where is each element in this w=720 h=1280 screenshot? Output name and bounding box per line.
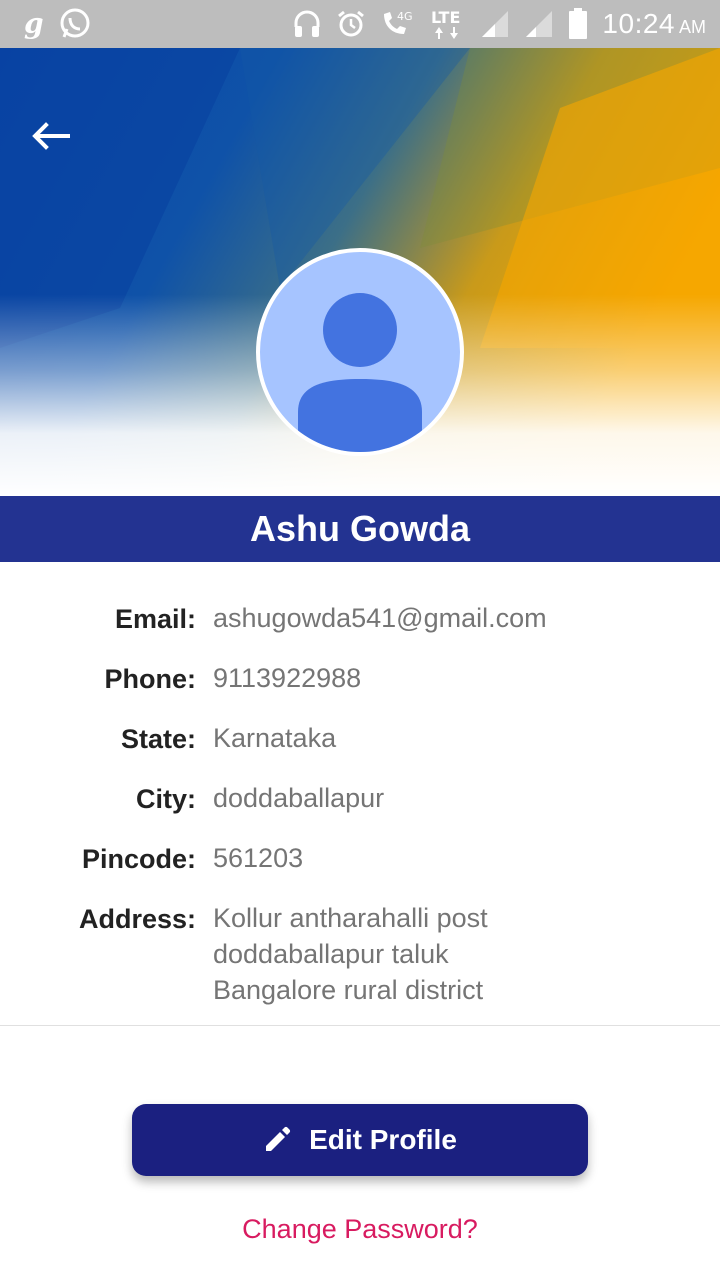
pencil-icon <box>266 1126 291 1151</box>
person-icon <box>298 293 422 452</box>
profile-details: Email: ashugowda541@gmail.com Phone: 911… <box>0 600 720 1030</box>
call-4g-icon: 4G <box>380 8 416 40</box>
svg-text:4G: 4G <box>397 10 413 23</box>
status-bar-left: g <box>22 7 92 41</box>
status-bar: g 4G LTE 10:24 AM <box>0 0 720 48</box>
status-bar-right: 4G LTE 10:24 AM <box>292 7 706 41</box>
lte-icon: LTE <box>430 7 466 41</box>
alarm-icon <box>336 9 366 39</box>
profile-name: Ashu Gowda <box>249 508 470 549</box>
address-line: Kollur antharahalli post <box>213 903 488 933</box>
city-row: City: doddaballapur <box>0 780 720 818</box>
phone-row: Phone: 9113922988 <box>0 660 720 698</box>
state-value: Karnataka <box>213 723 337 753</box>
signal-icon <box>480 9 510 39</box>
divider <box>0 1025 720 1026</box>
avatar[interactable] <box>256 248 464 456</box>
phone-value: 9113922988 <box>213 663 362 693</box>
address-value: Kollur antharahalli post doddaballapur t… <box>212 900 720 1008</box>
edit-profile-label: Edit Profile <box>309 1124 457 1155</box>
clock-time: 10:24 <box>602 8 675 39</box>
back-button[interactable] <box>26 112 74 160</box>
headphones-icon <box>292 9 322 39</box>
edit-profile-button[interactable]: Edit Profile <box>132 1104 588 1176</box>
arrow-left-icon <box>32 122 70 150</box>
email-value: ashugowda541@gmail.com <box>213 603 547 633</box>
phone-label: Phone: <box>104 664 197 694</box>
address-line: doddaballapur taluk <box>213 939 449 969</box>
pincode-row: Pincode: 561203 <box>0 840 720 878</box>
change-password-link[interactable]: Change Password? <box>0 1214 720 1245</box>
clock-ampm: AM <box>679 17 706 37</box>
state-label: State: <box>120 724 196 754</box>
city-label: City: <box>136 784 196 814</box>
pincode-value: 561203 <box>213 843 304 873</box>
clock: 10:24 AM <box>602 8 706 40</box>
svg-text:g: g <box>24 9 44 39</box>
email-row: Email: ashugowda541@gmail.com <box>0 600 720 638</box>
state-row: State: Karnataka <box>0 720 720 758</box>
email-label: Email: <box>114 604 196 634</box>
g-app-icon: g <box>22 9 44 39</box>
profile-header-banner <box>0 48 720 496</box>
whatsapp-icon <box>58 7 92 41</box>
signal-icon <box>524 9 554 39</box>
address-line: Bangalore rural district <box>213 975 484 1005</box>
address-label: Address: <box>78 904 196 934</box>
svg-text:LTE: LTE <box>431 8 460 27</box>
city-value: doddaballapur <box>213 783 385 813</box>
address-row: Address: Kollur antharahalli post doddab… <box>0 900 720 1008</box>
battery-icon <box>568 8 588 40</box>
profile-name-bar: Ashu Gowda <box>0 496 720 562</box>
pincode-label: Pincode: <box>81 844 196 874</box>
